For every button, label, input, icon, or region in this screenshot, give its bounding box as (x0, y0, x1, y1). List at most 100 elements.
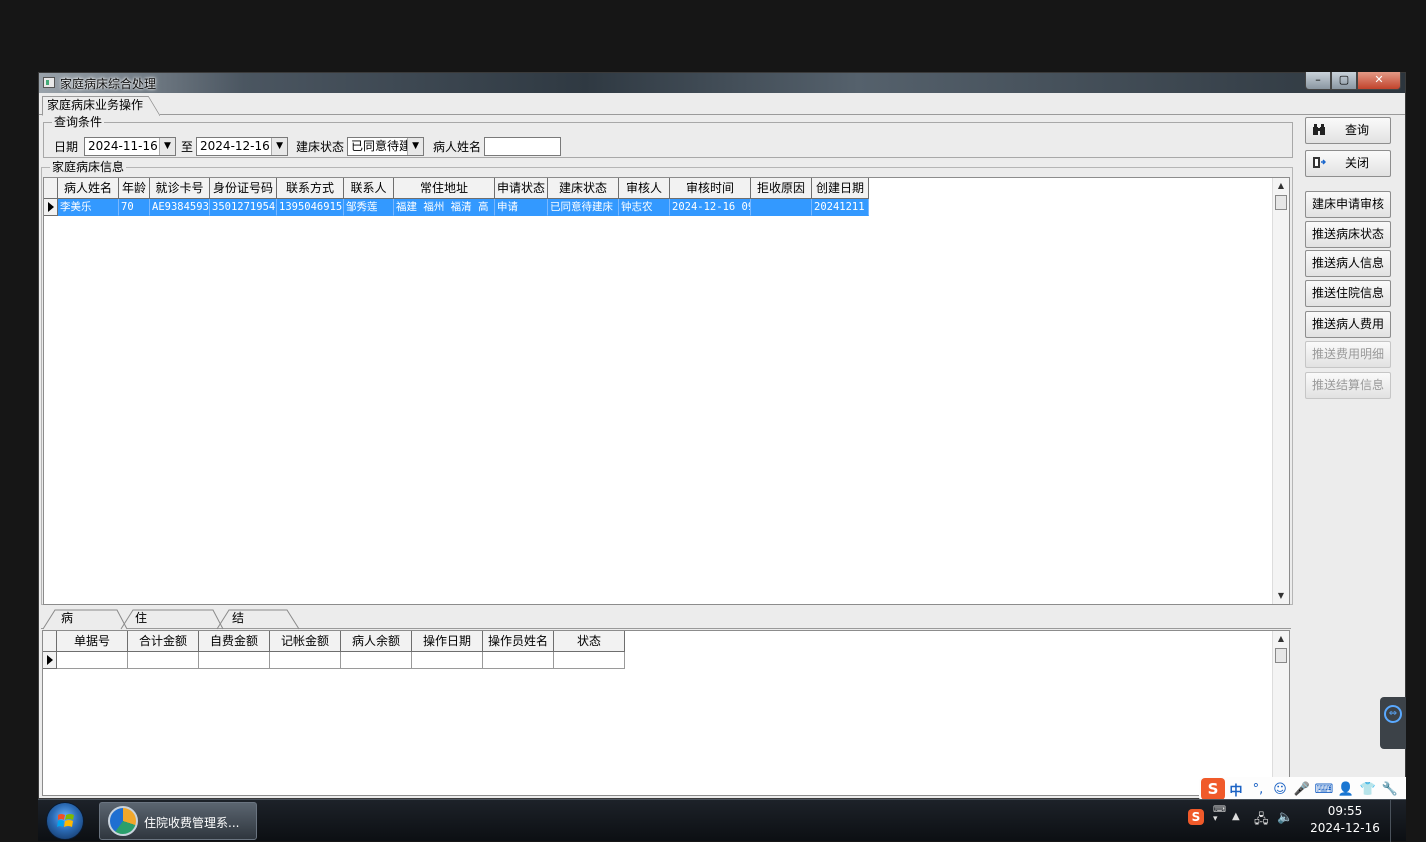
chevron-down-icon[interactable]: ▼ (271, 137, 288, 155)
cell-apply-status[interactable]: 申请 (495, 199, 548, 216)
user-icon[interactable]: 👤 (1335, 782, 1357, 797)
empty-cell[interactable] (412, 652, 483, 669)
start-button[interactable] (46, 802, 84, 840)
close-button[interactable]: 关闭 (1305, 150, 1391, 177)
tab-inpatient-fee-detail[interactable]: 住院费用明细 (119, 609, 147, 720)
col-header[interactable]: 状态 (554, 631, 625, 652)
push-settlement-button[interactable]: 推送结算信息 (1305, 372, 1391, 399)
cell-age[interactable]: 70 (119, 199, 150, 216)
push-bed-status-button[interactable]: 推送病床状态 (1305, 221, 1391, 248)
empty-cell[interactable] (199, 652, 270, 669)
fee-grid[interactable]: 单据号 合计金额 自费金额 记帐金额 病人余额 操作日期 操作员姓名 状态 ▲ (42, 630, 1290, 796)
volume-icon[interactable]: 🔈 (1277, 810, 1293, 825)
col-header[interactable]: 自费金额 (199, 631, 270, 652)
tray-expand-icon[interactable]: ▲ (1232, 811, 1240, 822)
empty-cell[interactable] (483, 652, 554, 669)
maximize-button[interactable]: ▢ (1331, 72, 1357, 90)
scroll-thumb[interactable] (1275, 195, 1287, 210)
push-patient-info-button[interactable]: 推送病人信息 (1305, 250, 1391, 277)
query-button[interactable]: 查询 (1305, 117, 1391, 144)
col-header[interactable]: 单据号 (57, 631, 128, 652)
push-fee-detail-button[interactable]: 推送费用明细 (1305, 341, 1391, 368)
title-bar[interactable]: 家庭病床综合处理 – ▢ ✕ (39, 72, 1405, 93)
punctuation-icon[interactable]: °, (1247, 782, 1269, 797)
col-header[interactable]: 联系人 (344, 178, 394, 199)
empty-cell[interactable] (270, 652, 341, 669)
col-header[interactable]: 记帐金额 (270, 631, 341, 652)
scroll-up-icon[interactable]: ▲ (1273, 631, 1289, 647)
col-header[interactable]: 病人姓名 (58, 178, 119, 199)
exit-door-icon (1312, 156, 1327, 173)
cell-contact-person[interactable]: 邹秀莲 (344, 199, 394, 216)
scroll-up-icon[interactable]: ▲ (1273, 178, 1289, 194)
minimize-button[interactable]: – (1305, 72, 1331, 90)
cell-card-no[interactable]: AE9384593 (150, 199, 210, 216)
patient-name-input[interactable] (484, 136, 562, 156)
cell-bed-status[interactable]: 已同意待建床 (548, 199, 619, 216)
ime-toolbar[interactable]: S 中 °, ☺ 🎤 ⌨ 👤 👕 🔧 (1199, 777, 1406, 801)
tab-patient-fee[interactable]: 病人费用 (45, 609, 73, 682)
col-header[interactable]: 身份证号码 (210, 178, 277, 199)
push-inpatient-info-button[interactable]: 推送住院信息 (1305, 280, 1391, 307)
bed-grid-scrollbar[interactable]: ▲ ▼ (1272, 178, 1289, 604)
bed-info-grid[interactable]: 病人姓名 年龄 就诊卡号 身份证号码 联系方式 联系人 常住地址 申请状态 建床… (43, 177, 1290, 605)
empty-cell[interactable] (554, 652, 625, 669)
col-header[interactable]: 合计金额 (128, 631, 199, 652)
cell-address[interactable]: 福建 福州 福清 高 (394, 199, 495, 216)
cell-audit-time[interactable]: 2024-12-16 09 (670, 199, 751, 216)
fee-grid-scrollbar[interactable]: ▲ (1272, 631, 1289, 795)
table-row[interactable] (43, 652, 625, 669)
date-to-picker[interactable]: 2024-12-16 ▼ (196, 136, 289, 156)
date-to-value: 2024-12-16 (200, 138, 270, 153)
table-row[interactable]: 李美乐 70 AE9384593 350127195405 1395046915… (44, 199, 869, 216)
network-icon[interactable]: 🖧 (1254, 810, 1269, 832)
col-header[interactable]: 申请状态 (495, 178, 548, 199)
empty-cell[interactable] (57, 652, 128, 669)
scroll-thumb[interactable] (1275, 648, 1287, 663)
emoji-icon[interactable]: ☺ (1269, 782, 1291, 797)
keyboard-icon[interactable]: ⌨ (1313, 782, 1335, 797)
taskbar-app-button[interactable]: 住院收费管理系... (99, 802, 257, 840)
tray-input-switch-icon[interactable]: ⌨ ▾ (1213, 806, 1226, 824)
col-header[interactable]: 病人余额 (341, 631, 412, 652)
tab-settlement-info[interactable]: 结算信息 (216, 609, 244, 682)
date-from-picker[interactable]: 2024-11-16 ▼ (84, 136, 177, 156)
cell-create-date[interactable]: 20241211 (812, 199, 869, 216)
col-header[interactable]: 常住地址 (394, 178, 495, 199)
settings-wrench-icon[interactable]: 🔧 (1379, 782, 1401, 797)
cell-patient-name[interactable]: 李美乐 (58, 199, 119, 216)
col-header[interactable]: 年龄 (119, 178, 150, 199)
status-select[interactable]: 已同意待建 ▼ (347, 136, 425, 156)
tray-clock[interactable]: 09:55 2024-12-16 (1308, 803, 1382, 837)
cell-id-no[interactable]: 350127195405 (210, 199, 277, 216)
push-patient-fee-button[interactable]: 推送病人费用 (1305, 311, 1391, 338)
col-header[interactable]: 创建日期 (812, 178, 869, 199)
close-window-button[interactable]: ✕ (1357, 72, 1401, 90)
tab-bed-operations[interactable]: 家庭病床业务操作 (42, 96, 161, 116)
col-header[interactable]: 审核人 (619, 178, 670, 199)
microphone-icon[interactable]: 🎤 (1291, 782, 1313, 797)
show-desktop-button[interactable] (1390, 800, 1406, 842)
chevron-down-icon[interactable]: ▼ (159, 137, 176, 155)
col-header[interactable]: 建床状态 (548, 178, 619, 199)
remote-widget[interactable]: ⇔ (1380, 697, 1406, 749)
col-header[interactable]: 就诊卡号 (150, 178, 210, 199)
ime-mode-toggle[interactable]: 中 (1225, 780, 1247, 799)
scroll-down-icon[interactable]: ▼ (1273, 588, 1289, 604)
tray-sogou-icon[interactable]: S (1188, 809, 1204, 825)
chevron-down-icon[interactable]: ▼ (407, 137, 424, 155)
clock-date: 2024-12-16 (1310, 821, 1380, 835)
skin-icon[interactable]: 👕 (1357, 782, 1379, 797)
col-header[interactable]: 拒收原因 (751, 178, 812, 199)
cell-auditor[interactable]: 钟志农 (619, 199, 670, 216)
col-header[interactable]: 联系方式 (277, 178, 344, 199)
col-header[interactable]: 审核时间 (670, 178, 751, 199)
cell-reject-reason[interactable] (751, 199, 812, 216)
col-header[interactable]: 操作员姓名 (483, 631, 554, 652)
sogou-logo-icon: S (1201, 778, 1225, 800)
col-header[interactable]: 操作日期 (412, 631, 483, 652)
cell-contact[interactable]: 13950469159 (277, 199, 344, 216)
empty-cell[interactable] (128, 652, 199, 669)
empty-cell[interactable] (341, 652, 412, 669)
audit-button[interactable]: 建床申请审核 (1305, 191, 1391, 218)
